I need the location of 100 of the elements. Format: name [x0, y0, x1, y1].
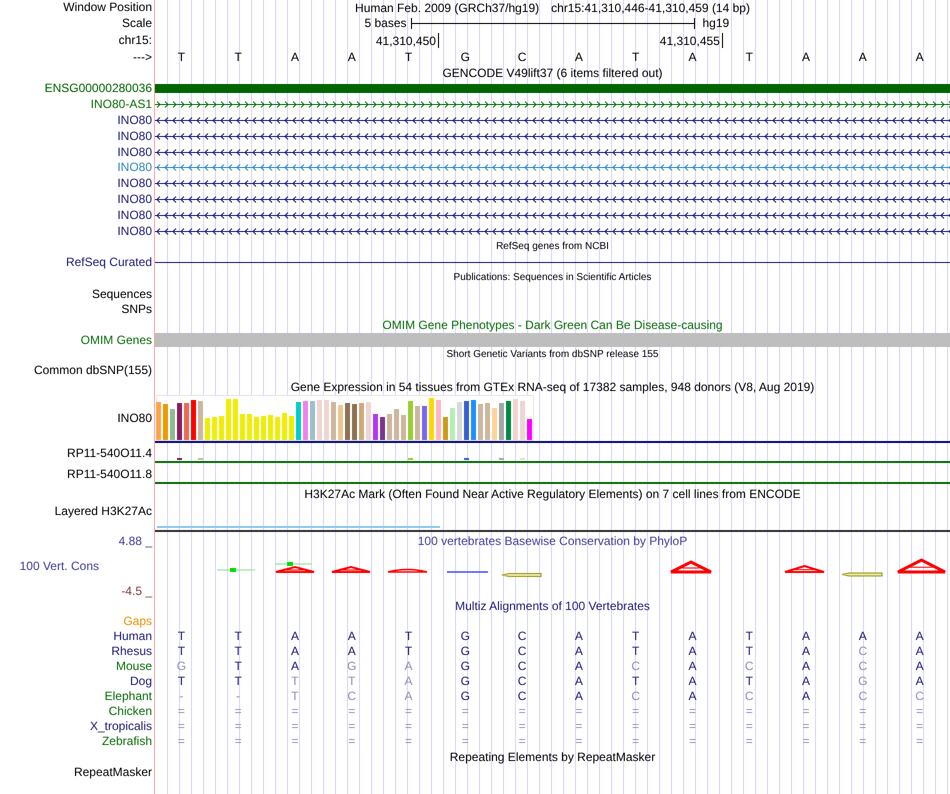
expression-bar[interactable] — [177, 458, 182, 460]
track-title: 100 vertebrates Basewise Conservation by PhyloP — [418, 534, 688, 548]
alignment-base: A — [290, 629, 299, 644]
alignment-base: = — [632, 719, 640, 734]
gene-label[interactable]: INO80 — [117, 411, 152, 426]
alignment-base: = — [802, 719, 810, 734]
track-label[interactable]: 100 Vert. Cons — [20, 558, 99, 574]
alignment-base: = — [462, 734, 469, 748]
base-letter: T — [632, 50, 640, 64]
alignment-base: T — [291, 689, 299, 704]
base-letter: T — [746, 50, 753, 64]
expression-bar[interactable] — [464, 458, 469, 460]
alignment-base: G — [858, 674, 868, 688]
alignment-base: C — [518, 674, 526, 688]
gene-label[interactable]: RP11-540O11.4 — [67, 446, 152, 462]
alignment-base: T — [234, 629, 242, 644]
gene-line[interactable] — [155, 262, 950, 263]
gene-label[interactable]: ENSG00000280036 — [44, 81, 152, 96]
alignment-base: = — [291, 719, 298, 734]
species-label[interactable]: Chicken — [108, 704, 152, 719]
alignment-base: = — [746, 704, 753, 718]
alignment-base: C — [858, 644, 868, 658]
track-label[interactable]: OMIM Genes — [80, 332, 152, 348]
conservation-mark — [670, 560, 712, 574]
alignment-base: A — [574, 689, 583, 704]
track-label[interactable]: Common dbSNP(155) — [34, 363, 152, 378]
species-label[interactable]: Rhesus — [111, 644, 152, 659]
alignment-base: A — [802, 644, 810, 658]
species-label[interactable]: Human — [113, 628, 152, 644]
alignment-base: A — [688, 644, 696, 658]
alignment-base: C — [915, 689, 924, 704]
track-title: Multiz Alignments of 100 Vertebrates — [455, 599, 650, 614]
alignment-base: = — [178, 704, 185, 718]
gene-label[interactable]: INO80 — [117, 192, 152, 207]
alignment-base: = — [859, 704, 866, 718]
alignment-base: = — [746, 734, 753, 748]
base-letter: A — [858, 50, 867, 64]
track-label[interactable]: SNPs — [121, 302, 152, 317]
alignment-base: T — [632, 674, 640, 688]
alignment-base: T — [178, 644, 186, 658]
track-title: OMIM Gene Phenotypes - Dark Green Can Be Disease-causing — [382, 318, 723, 332]
alignment-base: = — [802, 704, 810, 718]
conservation-mark — [216, 568, 256, 572]
alignment-base: = — [859, 719, 866, 734]
gene-label[interactable]: INO80 — [117, 112, 152, 128]
gene-label[interactable]: INO80 — [117, 224, 152, 239]
species-label[interactable]: Zebrafish — [102, 734, 152, 749]
species-label[interactable]: Mouse — [116, 658, 152, 674]
alignment-base: = — [348, 704, 356, 718]
track-label[interactable]: RefSeq Curated — [66, 254, 152, 270]
conservation-mark — [331, 566, 371, 573]
base-letter: A — [574, 50, 583, 64]
alignment-base: A — [802, 674, 810, 688]
alignment-base: C — [631, 659, 640, 674]
alignment-base: A — [404, 659, 413, 674]
gene-label[interactable]: INO80-AS1 — [90, 97, 152, 112]
alignment-base: = — [405, 734, 412, 748]
alignment-base: T — [632, 629, 640, 644]
gene-label[interactable]: RP11-540O11.8 — [67, 466, 152, 482]
position-tick: 41,310,450 — [376, 32, 439, 48]
track-label[interactable]: RepeatMasker — [74, 764, 152, 780]
alignment-base: A — [858, 629, 867, 644]
species-label[interactable]: Dog — [130, 674, 152, 689]
alignment-base: = — [518, 734, 526, 748]
gene-label[interactable]: INO80 — [117, 160, 152, 176]
alignment-base: A — [290, 644, 299, 658]
position-label: Window Position — [63, 0, 152, 15]
alignment-base: = — [688, 719, 696, 734]
gene-label[interactable]: INO80 — [117, 208, 152, 223]
gene-line[interactable] — [155, 440, 950, 443]
gene-block[interactable] — [155, 84, 950, 94]
track-label[interactable]: Layered H3K27Ac — [54, 504, 152, 519]
alignment-base: - — [179, 689, 184, 704]
axis-max-label: 4.88 _ — [118, 534, 152, 549]
track-title: H3K27Ac Mark (Often Found Near Active Regulatory Elements) on 7 cell lines from ENCODE — [304, 486, 801, 501]
gene-label[interactable]: INO80 — [117, 128, 152, 144]
alignment-base: = — [234, 704, 242, 718]
alignment-base: = — [518, 719, 526, 734]
alignment-base: C — [858, 659, 868, 674]
alignment-base: A — [916, 644, 924, 658]
gene-line[interactable] — [155, 482, 950, 484]
alignment-base: T — [178, 629, 186, 644]
gene-label[interactable]: INO80 — [117, 176, 152, 192]
species-label[interactable]: X_tropicalis — [90, 718, 152, 734]
gene-line[interactable] — [155, 461, 950, 464]
alignment-base: = — [462, 719, 469, 734]
expression-bar[interactable] — [380, 416, 385, 440]
alignment-base: G — [460, 674, 470, 688]
species-label[interactable]: Elephant — [104, 688, 152, 704]
alignment-base: A — [916, 674, 924, 688]
alignment-base: A — [688, 689, 696, 704]
gene-label[interactable]: INO80 — [117, 144, 152, 160]
alignment-base: T — [291, 674, 299, 688]
track-label[interactable]: Sequences — [92, 286, 152, 302]
scale-length: 5 bases — [364, 16, 406, 30]
alignment-base: T — [178, 674, 186, 688]
alignment-base: G — [460, 644, 470, 658]
alignment-base: T — [404, 644, 412, 658]
phenotype-bar[interactable] — [155, 333, 950, 348]
alignment-base: C — [631, 689, 640, 704]
